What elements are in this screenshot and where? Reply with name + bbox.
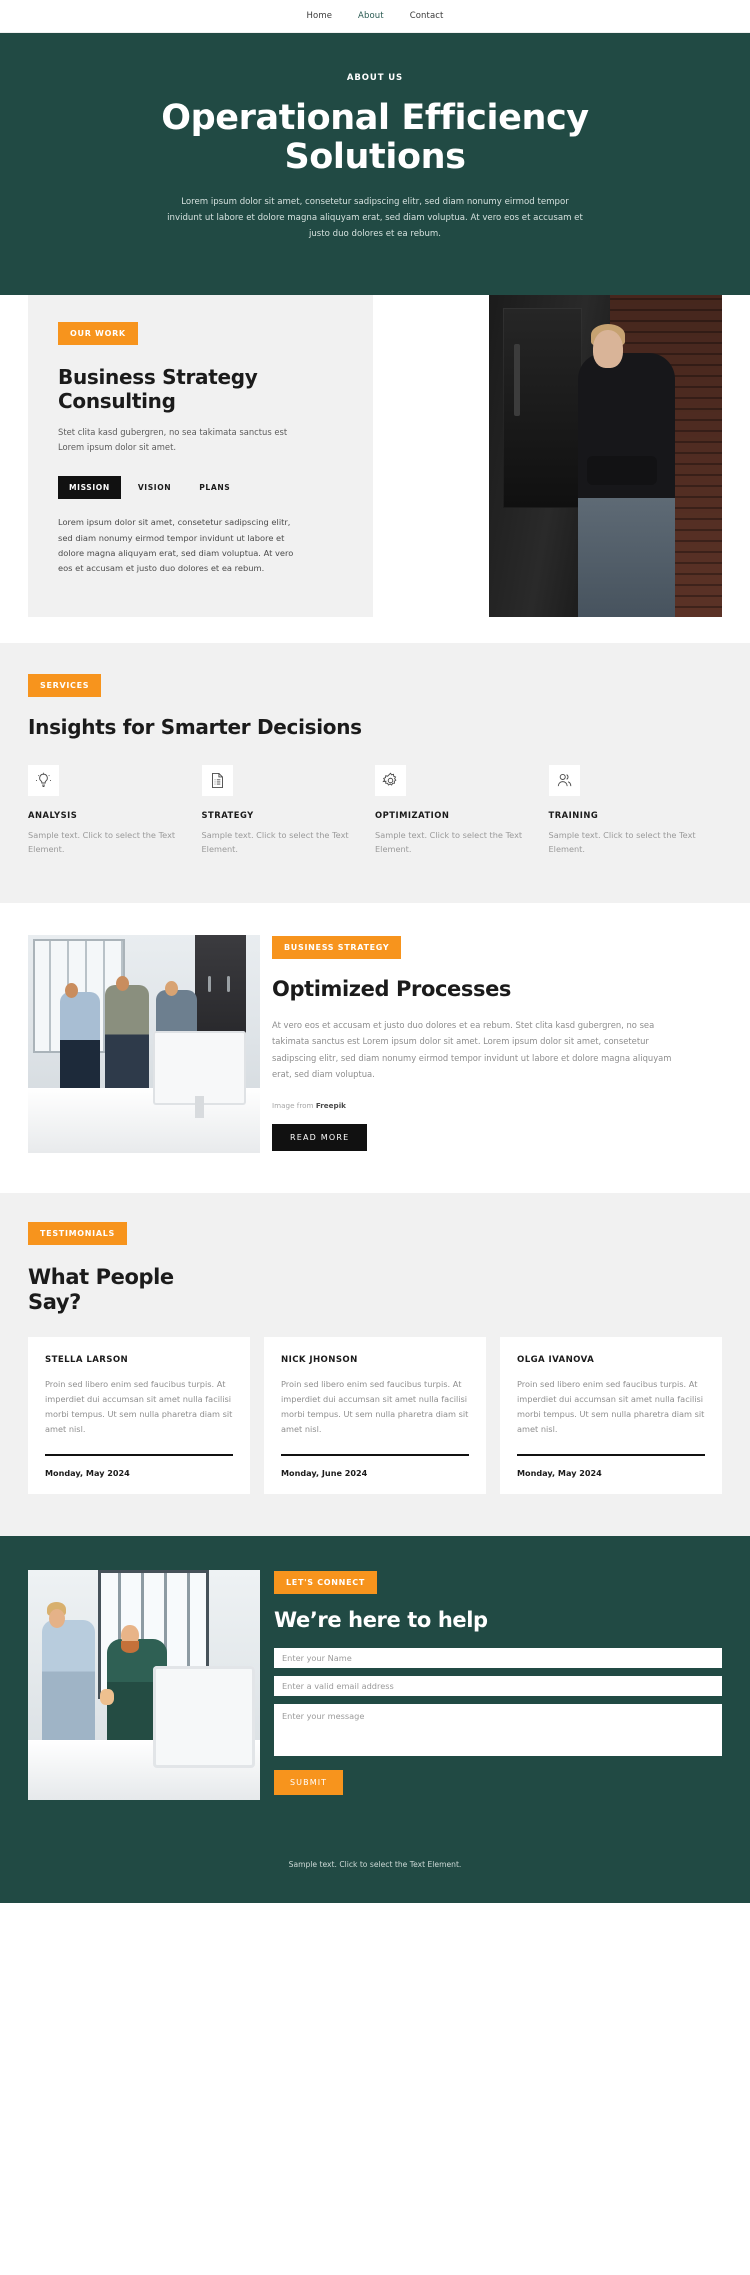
nav-item-about[interactable]: About	[358, 11, 384, 21]
contact-badge: LET'S CONNECT	[274, 1570, 377, 1595]
hero-eyebrow: ABOUT US	[346, 73, 404, 83]
tab-panel-body: Lorem ipsum dolor sit amet, consetetur s…	[58, 517, 294, 574]
email-input[interactable]	[274, 1676, 722, 1697]
optimized-text: At vero eos et accusam et justo duo dolo…	[272, 1020, 672, 1080]
our-work-badge: OUR WORK	[58, 322, 138, 346]
message-input[interactable]	[274, 1704, 722, 1757]
contact-photo	[28, 1569, 260, 1800]
testimonial-text: Proin sed libero enim sed faucibus turpi…	[281, 1379, 469, 1434]
image-credit-prefix: Image from	[272, 1100, 316, 1110]
testimonials-badge: TESTIMONIALS	[28, 1222, 128, 1245]
hero-section: ABOUT US Operational Efficiency Solution…	[0, 33, 750, 296]
gear-icon	[375, 765, 406, 797]
testimonial-name: STELLA LARSON	[45, 1355, 129, 1366]
tab-plans[interactable]: PLANS	[188, 476, 241, 499]
testimonial-card: NICK JHONSON Proin sed libero enim sed f…	[264, 1337, 486, 1494]
our-work-card: OUR WORK Business Strategy Consulting St…	[28, 295, 373, 618]
page-root: Home About Contact ABOUT US Operational …	[0, 0, 750, 1903]
name-input[interactable]	[274, 1648, 722, 1669]
our-work-lead: Stet clita kasd gubergren, no sea takima…	[58, 427, 288, 452]
our-work-title: Business Strategy Consulting	[58, 365, 258, 414]
services-badge: SERVICES	[28, 674, 102, 698]
footer-text: Sample text. Click to select the Text El…	[288, 1859, 462, 1869]
tab-mission[interactable]: MISSION	[58, 476, 121, 500]
service-name: TRAINING	[548, 810, 599, 821]
contact-title: We’re here to help	[274, 1608, 488, 1633]
optimized-processes-photo	[28, 935, 260, 1153]
lightbulb-icon	[28, 765, 59, 797]
people-icon	[548, 765, 580, 797]
testimonial-card: STELLA LARSON Proin sed libero enim sed …	[28, 1337, 250, 1494]
service-text: Sample text. Click to select the Text El…	[28, 830, 176, 855]
read-more-button[interactable]: READ MORE	[272, 1123, 368, 1151]
document-list-icon	[201, 765, 233, 797]
footer: Sample text. Click to select the Text El…	[0, 1839, 750, 1903]
service-card-training[interactable]: TRAINING Sample text. Click to select th…	[548, 765, 723, 857]
testimonial-text: Proin sed libero enim sed faucibus turpi…	[517, 1379, 705, 1434]
service-card-optimization[interactable]: OPTIMIZATION Sample text. Click to selec…	[375, 765, 549, 857]
image-credit-source[interactable]: Freepik	[316, 1101, 346, 1110]
hero-title: Operational Efficiency Solutions	[161, 98, 589, 178]
our-work-section: OUR WORK Business Strategy Consulting St…	[0, 295, 750, 644]
nav-item-home[interactable]: Home	[307, 11, 333, 21]
testimonials-section: TESTIMONIALS What People Say? STELLA LAR…	[0, 1193, 750, 1536]
tab-vision[interactable]: VISION	[127, 476, 182, 499]
our-work-tabs: MISSION VISION PLANS	[58, 476, 343, 500]
optimized-processes-section: BUSINESS STRATEGY Optimized Processes At…	[0, 903, 750, 1193]
service-name: STRATEGY	[201, 810, 254, 821]
submit-button[interactable]: SUBMIT	[274, 1770, 344, 1796]
testimonial-date: Monday, June 2024	[281, 1467, 368, 1478]
optimized-badge: BUSINESS STRATEGY	[272, 936, 402, 959]
nav-item-contact[interactable]: Contact	[410, 11, 444, 21]
divider	[281, 1454, 469, 1456]
service-card-analysis[interactable]: ANALYSIS Sample text. Click to select th…	[28, 765, 202, 857]
testimonial-date: Monday, May 2024	[45, 1467, 130, 1478]
service-text: Sample text. Click to select the Text El…	[548, 830, 696, 855]
service-text: Sample text. Click to select the Text El…	[201, 830, 349, 855]
divider	[45, 1454, 233, 1456]
testimonial-name: OLGA IVANOVA	[517, 1355, 595, 1366]
top-navigation: Home About Contact	[0, 0, 750, 33]
testimonial-date: Monday, May 2024	[517, 1467, 602, 1478]
contact-section: LET'S CONNECT We’re here to help SUBMIT	[0, 1535, 750, 1840]
service-name: ANALYSIS	[28, 810, 78, 821]
hero-paragraph: Lorem ipsum dolor sit amet, consetetur s…	[167, 197, 583, 240]
services-title: Insights for Smarter Decisions	[28, 715, 362, 740]
testimonials-title: What People Say?	[28, 1265, 174, 1315]
divider	[517, 1454, 705, 1456]
optimized-title: Optimized Processes	[272, 977, 512, 1001]
image-credit: Image from Freepik	[272, 1101, 672, 1110]
our-work-photo	[489, 295, 722, 618]
testimonial-text: Proin sed libero enim sed faucibus turpi…	[45, 1379, 233, 1434]
service-name: OPTIMIZATION	[375, 810, 450, 821]
services-section: SERVICES Insights for Smarter Decisions …	[0, 643, 750, 903]
service-card-strategy[interactable]: STRATEGY Sample text. Click to select th…	[201, 765, 376, 857]
testimonials-grid: STELLA LARSON Proin sed libero enim sed …	[28, 1337, 722, 1494]
service-text: Sample text. Click to select the Text El…	[375, 830, 523, 855]
testimonial-card: OLGA IVANOVA Proin sed libero enim sed f…	[500, 1337, 722, 1494]
testimonial-name: NICK JHONSON	[281, 1355, 358, 1366]
services-grid: ANALYSIS Sample text. Click to select th…	[28, 765, 722, 857]
